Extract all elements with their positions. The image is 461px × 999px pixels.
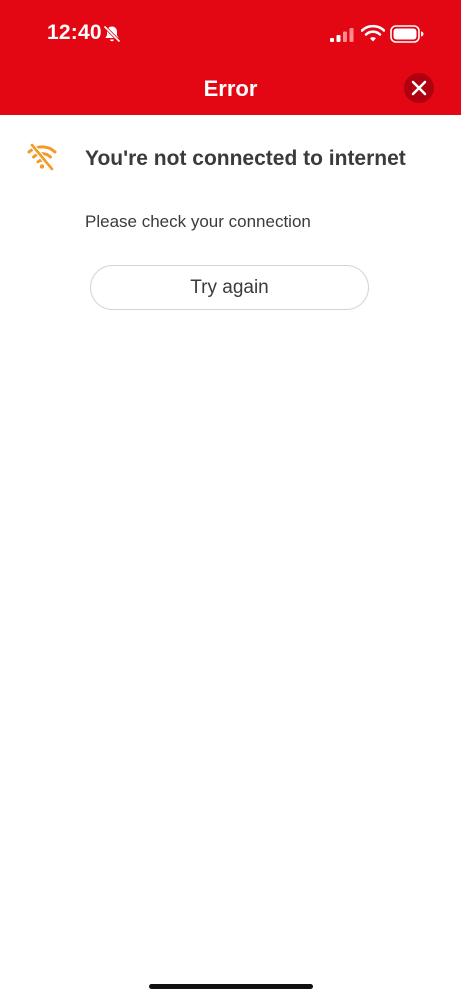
wifi-icon — [361, 24, 385, 42]
title-bar: Error — [0, 66, 461, 112]
status-time: 12:40 — [47, 21, 102, 44]
page-title: Error — [203, 76, 258, 101]
status-bar: 12:40 — [0, 0, 461, 62]
close-button[interactable] — [404, 73, 434, 103]
app-screen: 12:40 Error You're not connected to inte… — [0, 0, 461, 999]
close-icon — [411, 80, 427, 96]
try-again-button[interactable]: Try again — [90, 265, 369, 310]
error-content: You're not connected to internet Please … — [0, 115, 461, 999]
wifi-off-icon — [27, 143, 57, 171]
cellular-signal-icon — [330, 28, 354, 42]
home-indicator[interactable] — [149, 984, 313, 989]
bell-slash-icon — [103, 25, 121, 43]
error-heading: You're not connected to internet — [85, 147, 406, 170]
error-message: Please check your connection — [85, 212, 311, 231]
error-header: 12:40 Error — [0, 0, 461, 115]
battery-icon — [390, 25, 424, 43]
